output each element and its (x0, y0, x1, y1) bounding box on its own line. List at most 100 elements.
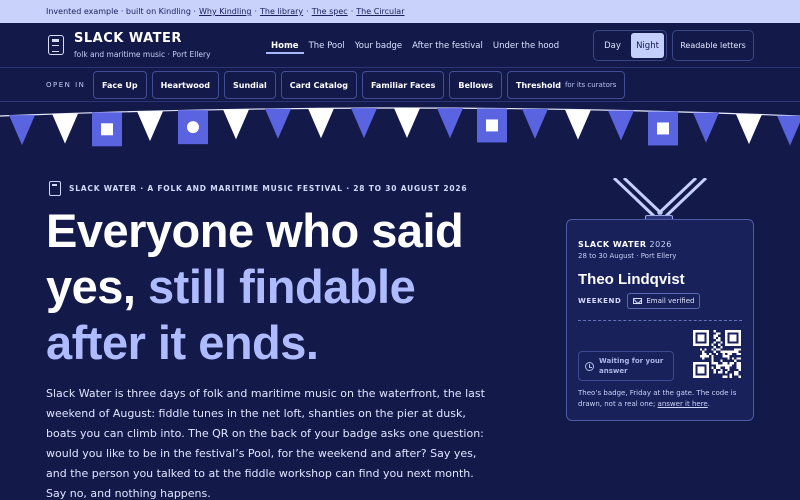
qr-module (727, 352, 730, 356)
qr-module (725, 364, 728, 367)
qr-module (718, 364, 721, 367)
qr-module (722, 364, 725, 367)
chip-card-catalog[interactable]: Card Catalog (280, 71, 357, 99)
bunting-triangle-flag (52, 113, 78, 144)
qr-module (722, 362, 725, 365)
qr-module (727, 357, 730, 360)
qr-module (711, 355, 714, 358)
qr-module (720, 346, 723, 349)
open-in-label: OPEN IN (46, 81, 86, 89)
theme-day-button[interactable]: Day (596, 33, 629, 58)
qr-module (731, 357, 735, 360)
nav-your-badge[interactable]: Your badge (350, 38, 407, 54)
chip-familiar-faces[interactable]: Familiar Faces (361, 71, 445, 99)
qr-module (720, 341, 723, 344)
qr-module (713, 336, 716, 340)
readable-letters-button[interactable]: Readable letters (672, 30, 754, 61)
nav-under-the-hood[interactable]: Under the hood (488, 38, 564, 54)
qr-module (715, 362, 719, 365)
qr-module (704, 348, 707, 351)
qr-module (713, 350, 716, 353)
qr-module (734, 350, 737, 353)
qr-module (702, 350, 705, 353)
chip-threshold[interactable]: Threshold for its curators (507, 71, 626, 99)
bunting-triangle-flag (394, 108, 420, 139)
qr-module (736, 366, 739, 369)
qr-module (736, 362, 739, 365)
brand-name[interactable]: SLACK WATER (74, 31, 182, 46)
qr-module (720, 350, 723, 353)
nav-after-the-festival[interactable]: After the festival (407, 38, 488, 54)
chip-sundial[interactable]: Sundial (223, 71, 276, 99)
top-strip-prefix: Invented example · built on Kindling · (46, 7, 196, 16)
qr-module (725, 355, 728, 358)
badge-weekend-label: WEEKEND (578, 297, 622, 305)
chip-bellows[interactable]: Bellows (449, 71, 503, 99)
link-the-spec[interactable]: The spec (312, 7, 348, 16)
qr-module (734, 373, 737, 376)
bunting-triangle-flag (308, 108, 334, 139)
answer-it-here-link[interactable]: answer it here (658, 400, 708, 408)
badge-logo-icon[interactable] (48, 35, 64, 55)
link-the-circular[interactable]: The Circular (356, 7, 404, 16)
qr-code[interactable] (693, 330, 741, 378)
link-the-library[interactable]: The library (260, 7, 303, 16)
qr-module (738, 364, 741, 367)
qr-module (715, 364, 719, 367)
site-header: SLACK WATER folk and maritime music · Po… (0, 23, 800, 68)
qr-module (718, 339, 721, 342)
qr-module (711, 357, 714, 360)
bunting-triangle-flag (437, 108, 463, 139)
bunting-triangle-flag (565, 109, 591, 140)
chip-face-up[interactable]: Face Up (93, 71, 147, 99)
badge-meta-row: WEEKEND Email verified (578, 293, 701, 309)
qr-module (738, 375, 741, 378)
qr-module (720, 368, 723, 372)
theme-night-button[interactable]: Night (631, 33, 664, 58)
qr-module (702, 352, 705, 356)
qr-module (715, 366, 719, 369)
qr-module (725, 371, 728, 374)
email-verified-badge: Email verified (627, 293, 701, 309)
qr-module (734, 359, 737, 362)
qr-module (729, 352, 732, 356)
qr-module (718, 343, 721, 346)
nav-the-pool[interactable]: The Pool (304, 38, 350, 54)
nav-home[interactable]: Home (266, 38, 304, 54)
qr-module (738, 368, 741, 372)
waiting-answer-status: Waiting for your answer (578, 351, 674, 381)
bunting-flag-emblem (101, 123, 113, 136)
link-why-kindling[interactable]: Why Kindling (199, 7, 251, 16)
qr-module (727, 366, 730, 369)
qr-module (736, 350, 739, 353)
qr-module (729, 373, 732, 376)
attendee-badge: SLACK WATER 2026 28 to 30 August · Port E… (566, 219, 754, 421)
qr-module (738, 362, 741, 365)
mail-icon (633, 298, 643, 304)
qr-module (706, 355, 709, 358)
qr-module (715, 334, 719, 337)
chip-heartwood[interactable]: Heartwood (151, 71, 219, 99)
bunting-triangle-flag (351, 108, 377, 139)
qr-module (734, 348, 737, 351)
qr-module (725, 375, 728, 378)
qr-module (702, 357, 705, 360)
qr-module (713, 334, 716, 337)
qr-module (738, 366, 741, 369)
qr-module (704, 355, 707, 358)
badge-note: Theo’s badge, Friday at the gate. The co… (578, 389, 737, 408)
qr-module (738, 348, 741, 351)
qr-module (729, 334, 737, 342)
qr-module (727, 355, 730, 358)
open-in-chips: Face Up Heartwood Sundial Card Catalog F… (93, 71, 626, 99)
qr-module (715, 352, 719, 356)
qr-module (699, 355, 703, 358)
qr-module (718, 348, 721, 351)
bunting-flag-emblem (486, 119, 498, 132)
qr-module (722, 375, 725, 378)
qr-module (720, 359, 723, 362)
qr-module (729, 362, 732, 365)
qr-module (720, 364, 723, 367)
badge-title: SLACK WATER 2026 (578, 240, 672, 249)
bunting-decoration (0, 107, 800, 147)
